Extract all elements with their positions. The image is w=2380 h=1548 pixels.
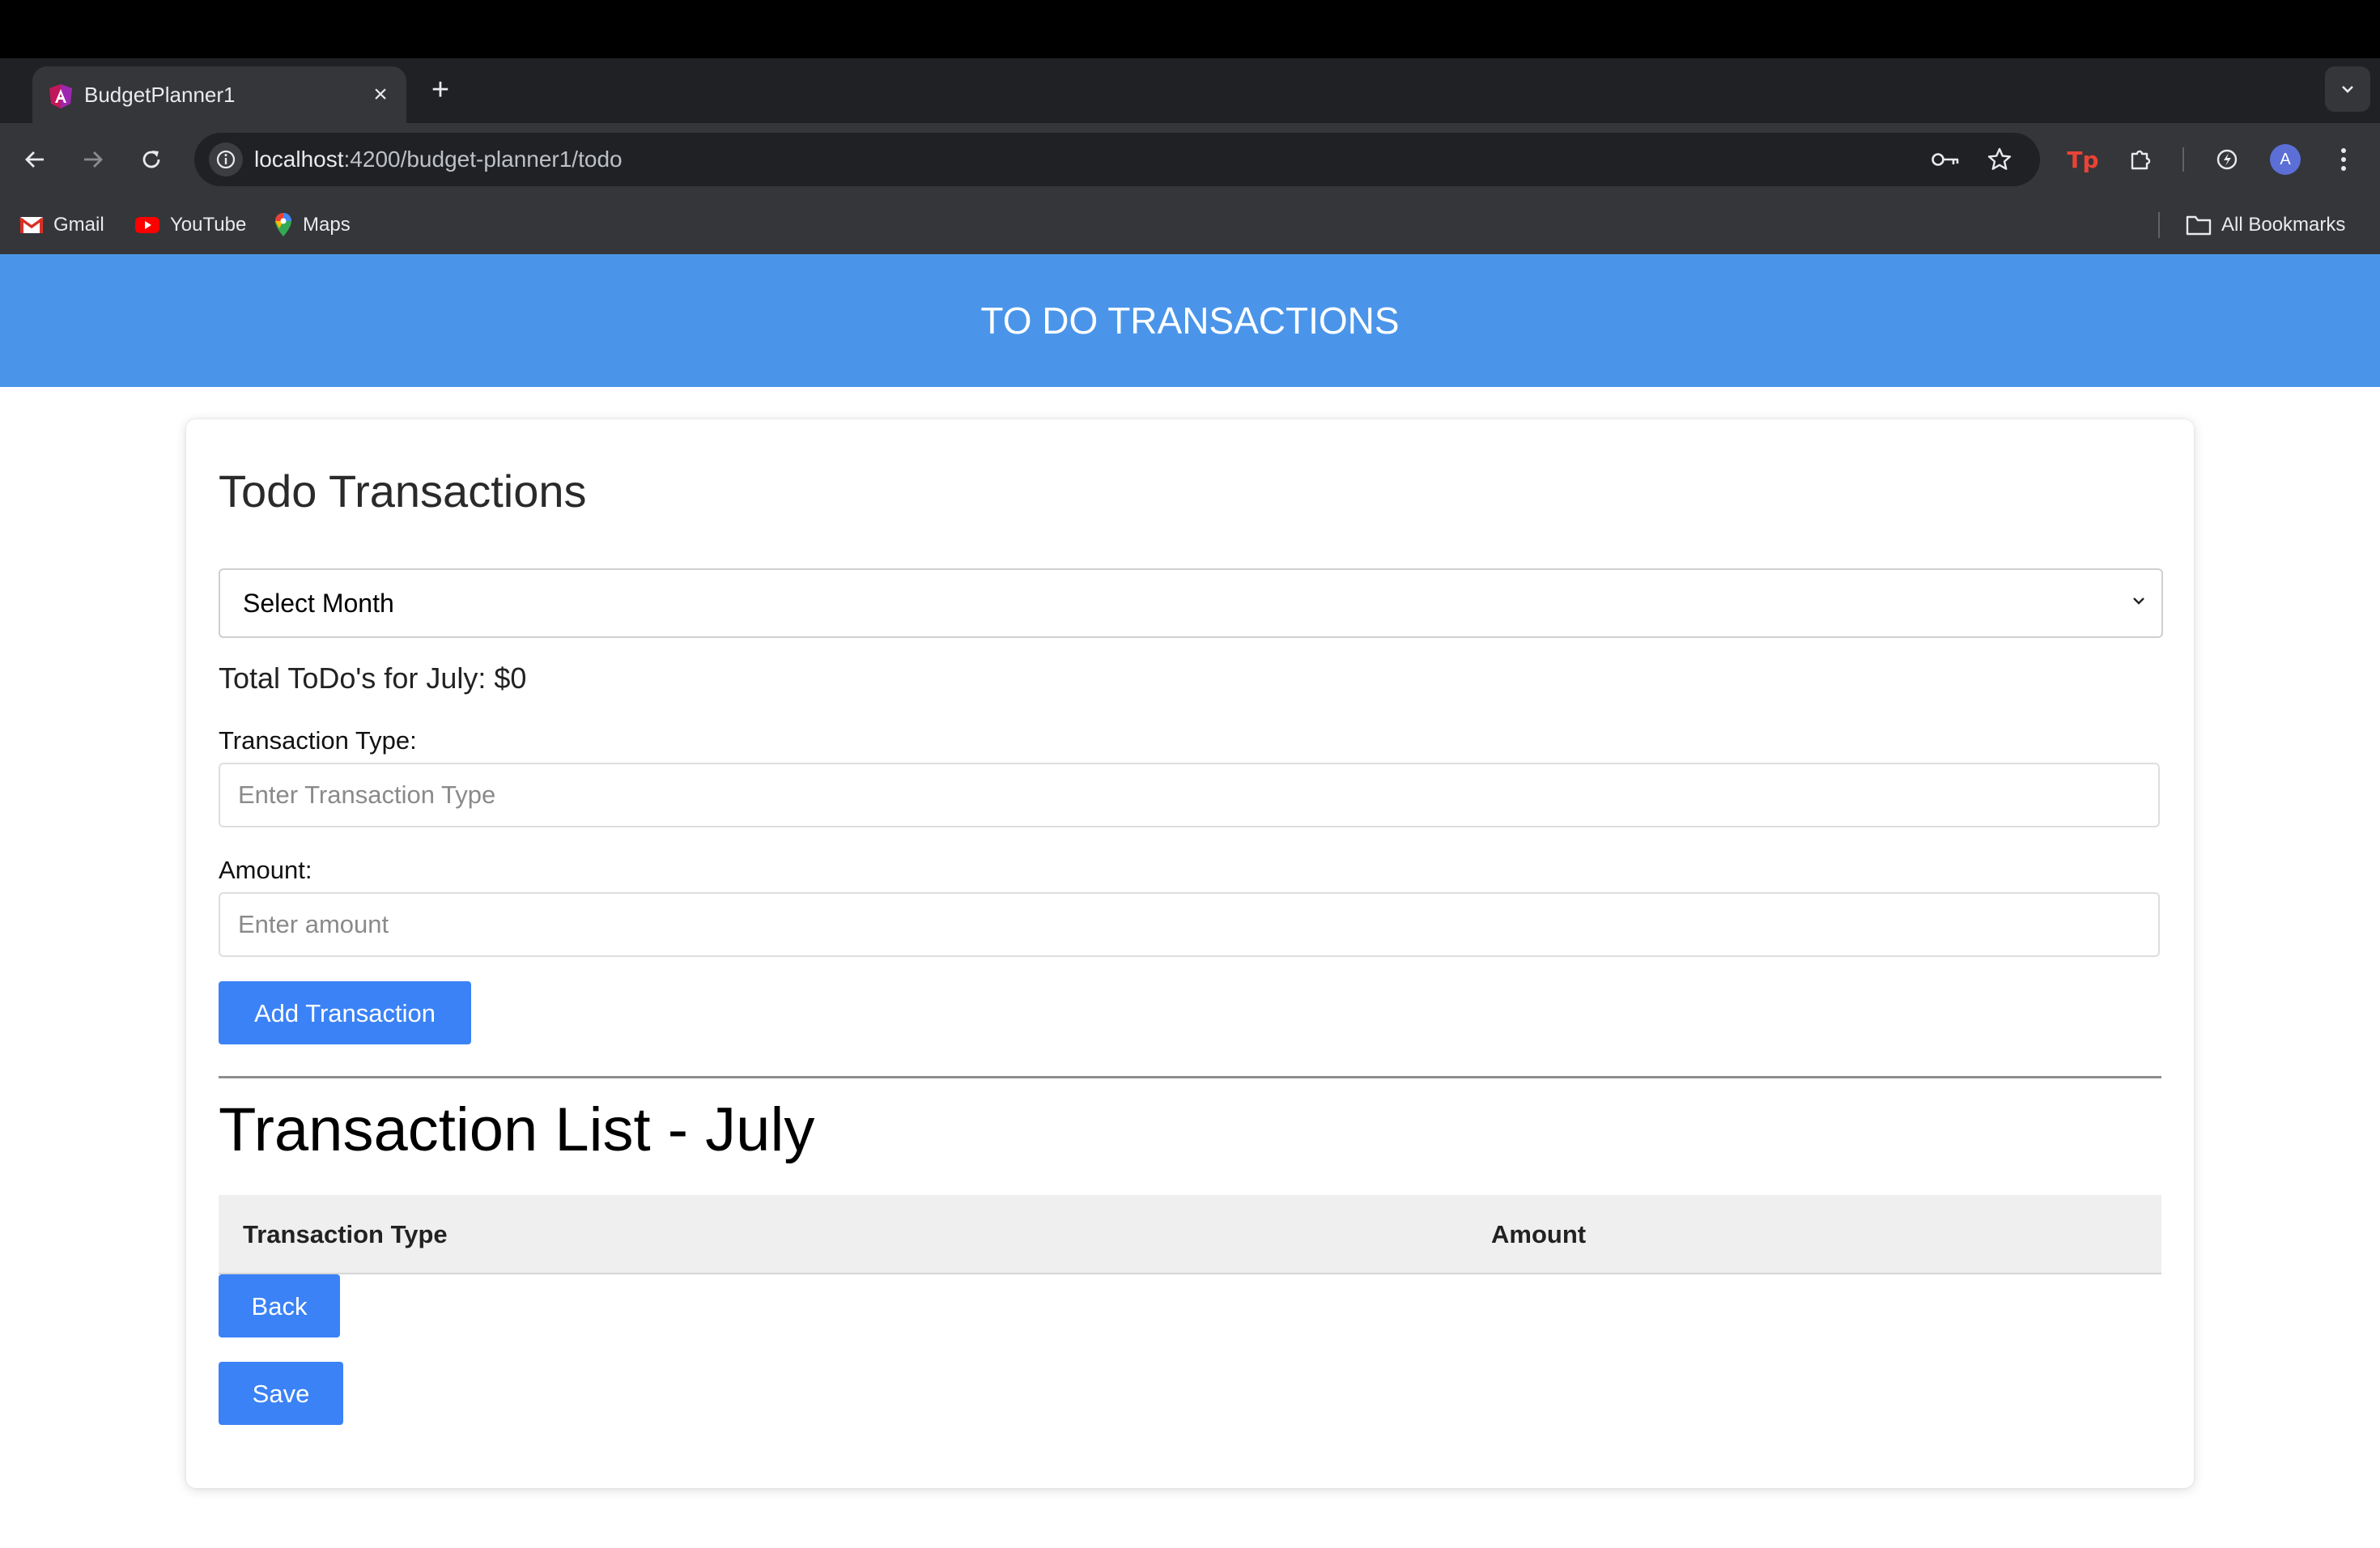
- bookmark-star-icon[interactable]: [1982, 142, 2017, 177]
- screen-top-bar: [0, 0, 2380, 58]
- url-host: localhost: [254, 147, 344, 172]
- card-title: Todo Transactions: [219, 466, 587, 517]
- browser-toolbar: localhost:4200/budget-planner1/todo Tp A: [0, 123, 2380, 196]
- tab-search-button[interactable]: [2325, 66, 2370, 112]
- tab-title: BudgetPlanner1: [84, 83, 236, 107]
- bookmark-maps[interactable]: Maps: [274, 211, 351, 240]
- month-select[interactable]: Select Month: [219, 568, 2163, 638]
- angular-favicon-icon: [47, 83, 74, 110]
- toolbar-divider: [2182, 147, 2184, 172]
- performance-icon[interactable]: [2205, 138, 2249, 181]
- extensions-puzzle-icon[interactable]: [2119, 138, 2163, 181]
- new-tab-icon[interactable]: +: [423, 73, 458, 108]
- all-bookmarks[interactable]: All Bookmarks: [2186, 211, 2345, 240]
- browser-tab-strip: BudgetPlanner1 × +: [0, 58, 2380, 123]
- app-header: TO DO TRANSACTIONS: [0, 254, 2380, 387]
- bookmarks-bar: Gmail YouTube Maps All Bookmarks: [0, 196, 2380, 254]
- more-menu-icon[interactable]: [2322, 138, 2365, 181]
- amount-label: Amount:: [219, 856, 312, 884]
- back-button[interactable]: Back: [219, 1274, 340, 1337]
- bookmark-gmail[interactable]: Gmail: [19, 211, 104, 240]
- add-transaction-button[interactable]: Add Transaction: [219, 981, 471, 1044]
- tab-close-icon[interactable]: ×: [366, 81, 395, 110]
- todo-card: Todo Transactions Select Month Total ToD…: [186, 419, 2194, 1488]
- back-arrow-icon[interactable]: [13, 138, 57, 181]
- site-info-icon[interactable]: [209, 142, 243, 176]
- forward-arrow-icon[interactable]: [71, 138, 115, 181]
- url-path: :4200/budget-planner1/todo: [343, 147, 623, 172]
- bookmarks-divider: [2158, 212, 2160, 238]
- section-divider: [219, 1076, 2161, 1078]
- total-todos-text: Total ToDo's for July: $0: [219, 661, 527, 695]
- transaction-type-input[interactable]: [219, 763, 2160, 827]
- transaction-type-label: Transaction Type:: [219, 726, 417, 755]
- extension-tp-icon[interactable]: Tp: [2061, 138, 2105, 181]
- youtube-icon: [135, 217, 159, 233]
- profile-avatar[interactable]: A: [2263, 138, 2307, 181]
- transaction-table-header: Transaction Type Amount: [219, 1195, 2161, 1274]
- month-select-value: Select Month: [243, 589, 394, 618]
- password-key-icon[interactable]: [1928, 142, 1964, 177]
- gmail-icon: [19, 217, 44, 233]
- reload-icon[interactable]: [130, 138, 173, 181]
- save-button[interactable]: Save: [219, 1362, 343, 1425]
- column-header-transaction-type: Transaction Type: [243, 1220, 448, 1248]
- folder-icon: [2186, 215, 2212, 236]
- chevron-down-icon: [2342, 86, 2353, 93]
- transaction-list-title: Transaction List - July: [219, 1095, 815, 1164]
- chevron-down-icon: [2129, 591, 2148, 615]
- amount-input[interactable]: [219, 892, 2160, 957]
- maps-icon: [275, 213, 291, 236]
- address-bar[interactable]: localhost:4200/budget-planner1/todo: [194, 133, 2040, 186]
- bookmark-youtube[interactable]: YouTube: [134, 211, 246, 240]
- column-header-amount: Amount: [1491, 1220, 1587, 1248]
- browser-tab[interactable]: BudgetPlanner1 ×: [32, 66, 406, 123]
- url-text[interactable]: localhost:4200/budget-planner1/todo: [254, 147, 623, 172]
